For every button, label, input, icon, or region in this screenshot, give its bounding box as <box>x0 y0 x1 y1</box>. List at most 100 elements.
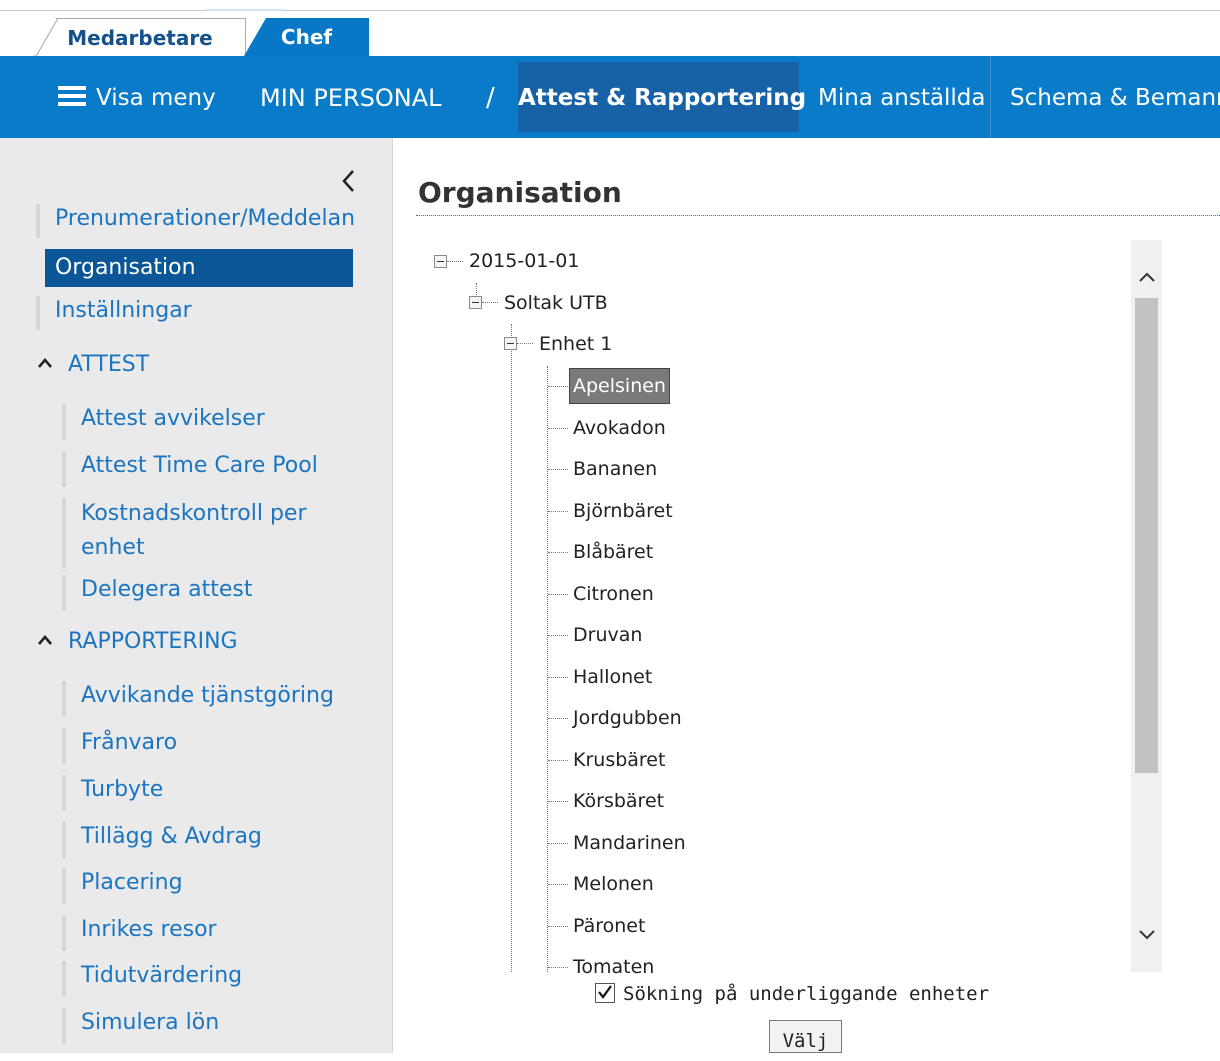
title-divider <box>416 215 1220 216</box>
tree-connector <box>548 635 568 636</box>
scrollbar-thumb[interactable] <box>1135 298 1158 773</box>
tree-leaf[interactable]: Avokadon <box>573 415 666 441</box>
tree-leaf[interactable]: Blåbäret <box>573 539 653 565</box>
tree-leaf[interactable]: Melonen <box>573 871 654 897</box>
tree-leaf[interactable]: Hallonet <box>573 664 652 690</box>
tree-connector <box>548 552 568 553</box>
sidebar-item-bar <box>36 296 40 330</box>
tree-scrollbar[interactable] <box>1131 240 1162 972</box>
role-tab-medarbetare[interactable]: Medarbetare <box>34 18 246 56</box>
top-divider-accent <box>205 9 285 11</box>
role-tab-chef[interactable]: Chef <box>244 18 369 56</box>
search-subunits-checkbox[interactable] <box>595 982 615 1003</box>
search-subunits-label: Sökning på underliggande enheter <box>623 983 990 1005</box>
sidebar-item-franvaro[interactable]: Frånvaro <box>62 728 358 764</box>
tree-connector <box>548 884 568 885</box>
sidebar-group-title: ATTEST <box>68 352 150 377</box>
top-divider <box>0 10 1220 11</box>
search-subunits-option[interactable]: Sökning på underliggande enheter <box>595 982 990 1005</box>
tree-connector <box>548 843 568 844</box>
sidebar-item-attest-time-care-pool[interactable]: Attest Time Care Pool <box>62 451 358 487</box>
sidebar-item-bar <box>62 575 66 611</box>
tree-connector <box>482 302 498 303</box>
tree-leaf[interactable]: Mandarinen <box>573 830 686 856</box>
chevron-left-icon <box>342 170 354 192</box>
sidebar-item-bar <box>62 728 66 764</box>
hamburger-icon <box>58 85 86 106</box>
tree-connector <box>548 469 568 470</box>
sidebar-group-title: RAPPORTERING <box>68 629 238 654</box>
show-menu-button[interactable]: Visa meny <box>58 56 216 138</box>
sidebar-item-inrikes-resor[interactable]: Inrikes resor <box>62 915 358 951</box>
sidebar-item-prenumerationer[interactable]: Prenumerationer/Meddelan <box>36 204 358 238</box>
sidebar-item-bar <box>62 775 66 811</box>
sidebar-item-bar <box>62 404 66 440</box>
sidebar-item-organisation[interactable]: Organisation <box>45 249 353 287</box>
tree-connector <box>548 718 568 719</box>
tree-connector <box>447 261 463 262</box>
tree-connector <box>547 366 548 972</box>
sidebar-item-label-line2: enhet <box>81 535 145 560</box>
chevron-up-icon <box>38 635 52 645</box>
sidebar-item-label: Turbyte <box>81 777 164 802</box>
sidebar-item-avvikande-tjanstgoring[interactable]: Avvikande tjänstgöring <box>62 681 358 717</box>
sidebar-group-attest[interactable]: ATTEST <box>36 352 149 377</box>
sidebar-item-kostnadskontroll[interactable]: Kostnadskontroll per enhet <box>62 498 358 568</box>
tree-leaf[interactable]: Bananen <box>573 456 657 482</box>
sidebar-item-turbyte[interactable]: Turbyte <box>62 775 358 811</box>
tab-attest-rapportering[interactable]: Attest & Rapportering <box>518 62 806 132</box>
sidebar-item-bar <box>62 868 66 904</box>
sidebar-item-installningar[interactable]: Inställningar <box>36 296 358 330</box>
tree-leaf[interactable]: Krusbäret <box>573 747 665 773</box>
page-title: Organisation <box>418 176 622 209</box>
tree-leaf[interactable]: Apelsinen <box>569 368 670 404</box>
tree-leaf[interactable]: Tomaten <box>573 954 654 980</box>
tab-mina-anstallda[interactable]: Mina anställda <box>818 56 985 138</box>
tree-leaf[interactable]: Björnbäret <box>573 498 673 524</box>
tree-leaf[interactable]: Päronet <box>573 913 645 939</box>
sidebar-item-label: Attest Time Care Pool <box>81 453 318 478</box>
sidebar-item-simulera-lon[interactable]: Simulera lön <box>62 1008 358 1044</box>
tree-toggle-icon[interactable] <box>504 337 517 350</box>
tree-leaf[interactable]: Druvan <box>573 622 642 648</box>
tree-toggle-icon[interactable] <box>469 296 482 309</box>
tree-connector <box>548 677 568 678</box>
tree-node-root[interactable]: 2015-01-01 <box>469 248 579 274</box>
tree-connector <box>517 343 533 344</box>
checkmark-icon <box>598 984 612 999</box>
tree-toggle-icon[interactable] <box>434 255 447 268</box>
sidebar-group-rapportering[interactable]: RAPPORTERING <box>36 629 238 654</box>
select-button[interactable]: Välj <box>769 1020 842 1053</box>
section-title[interactable]: MIN PERSONAL <box>260 56 442 138</box>
tree-leaf[interactable]: Jordgubben <box>573 705 682 731</box>
scroll-up-icon[interactable] <box>1137 270 1157 284</box>
sidebar-item-bar <box>62 1008 66 1044</box>
sidebar-item-label: Tillägg & Avdrag <box>81 824 262 849</box>
tree-connector <box>548 511 568 512</box>
tree-connector <box>476 283 477 297</box>
tree-connector <box>548 386 568 387</box>
tree-node-enhet-1[interactable]: Enhet 1 <box>539 331 612 357</box>
sidebar-item-bar <box>62 915 66 951</box>
tree-connector <box>548 594 568 595</box>
sidebar-item-delegera-attest[interactable]: Delegera attest <box>62 575 358 611</box>
tree-node-soltak-utb[interactable]: Soltak UTB <box>504 290 608 316</box>
tree-leaf[interactable]: Citronen <box>573 581 654 607</box>
sidebar-item-label: Inställningar <box>55 298 192 323</box>
sidebar-item-label: Prenumerationer/Meddelan <box>55 206 356 231</box>
collapse-sidebar-button[interactable] <box>339 166 359 196</box>
sidebar-item-attest-avvikelser[interactable]: Attest avvikelser <box>62 404 358 440</box>
tree-connector <box>548 967 568 968</box>
sidebar-item-bar <box>62 681 66 717</box>
tree-leaf[interactable]: Körsbäret <box>573 788 664 814</box>
tab-schema-bemanning[interactable]: Schema & Bemanni <box>1010 56 1220 138</box>
sidebar-item-label: Attest avvikelser <box>81 406 265 431</box>
sidebar-item-bar <box>62 451 66 487</box>
role-tab-bar: Medarbetare Chef <box>0 0 1220 56</box>
tree-connector <box>548 760 568 761</box>
sidebar-item-bar <box>36 204 40 238</box>
sidebar-item-tidutvardering[interactable]: Tidutvärdering <box>62 961 358 997</box>
sidebar-item-tillagg-avdrag[interactable]: Tillägg & Avdrag <box>62 822 358 858</box>
sidebar-item-placering[interactable]: Placering <box>62 868 358 904</box>
scroll-down-icon[interactable] <box>1137 928 1157 942</box>
